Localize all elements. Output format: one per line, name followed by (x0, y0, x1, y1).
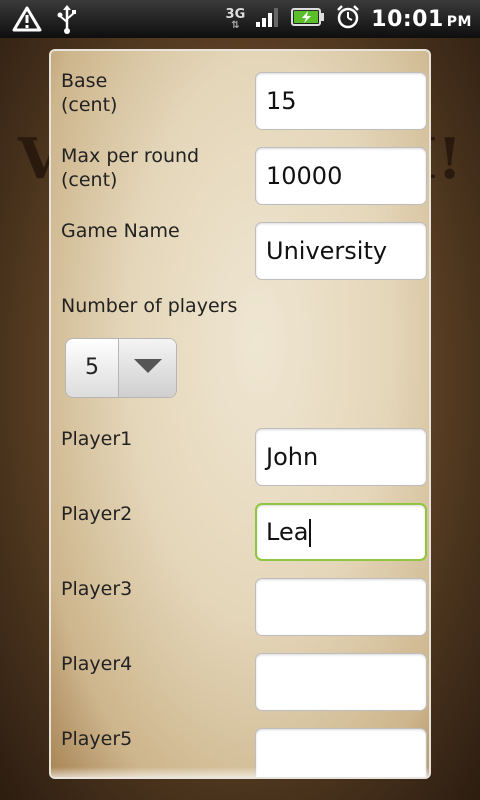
status-bar: 3G ⇅ 10:01 PM (0, 0, 480, 38)
warning-icon (12, 5, 42, 37)
player5-label: Player5 (61, 728, 133, 750)
player4-label: Player4 (61, 653, 133, 675)
alarm-clock-icon (335, 4, 361, 34)
max-per-round-label: Max per round (cent) (61, 145, 200, 191)
game-name-label: Game Name (61, 220, 180, 242)
player3-label: Player3 (61, 578, 133, 600)
text-cursor (309, 519, 312, 547)
chevron-down-icon (133, 358, 163, 378)
player2-value: Lea (266, 518, 309, 546)
max-per-round-input[interactable]: 10000 (255, 147, 427, 205)
number-of-players-value: 5 (85, 355, 99, 380)
player2-input[interactable]: Lea (255, 503, 427, 561)
player1-input[interactable]: John (255, 428, 427, 486)
player2-label: Player2 (61, 503, 133, 525)
player1-label: Player1 (61, 428, 133, 450)
game-name-input[interactable]: University (255, 222, 427, 280)
clock: 10:01 PM (371, 6, 472, 32)
usb-icon (56, 4, 78, 38)
dropdown-arrow-button[interactable] (118, 339, 176, 397)
player4-input[interactable] (255, 653, 427, 711)
base-input[interactable]: 15 (255, 72, 427, 130)
number-of-players-label: Number of players (61, 295, 238, 317)
player3-input[interactable] (255, 578, 427, 636)
new-game-dialog: Base (cent) 15 Max per round (cent) 1000… (49, 49, 431, 779)
network-type: 3G ⇅ (225, 6, 246, 31)
number-of-players-spinner[interactable]: 5 (65, 338, 177, 398)
base-label: Base (cent) (61, 70, 118, 116)
signal-icon (255, 6, 281, 32)
battery-charging-icon (291, 7, 325, 31)
scroll-fade (51, 767, 429, 777)
